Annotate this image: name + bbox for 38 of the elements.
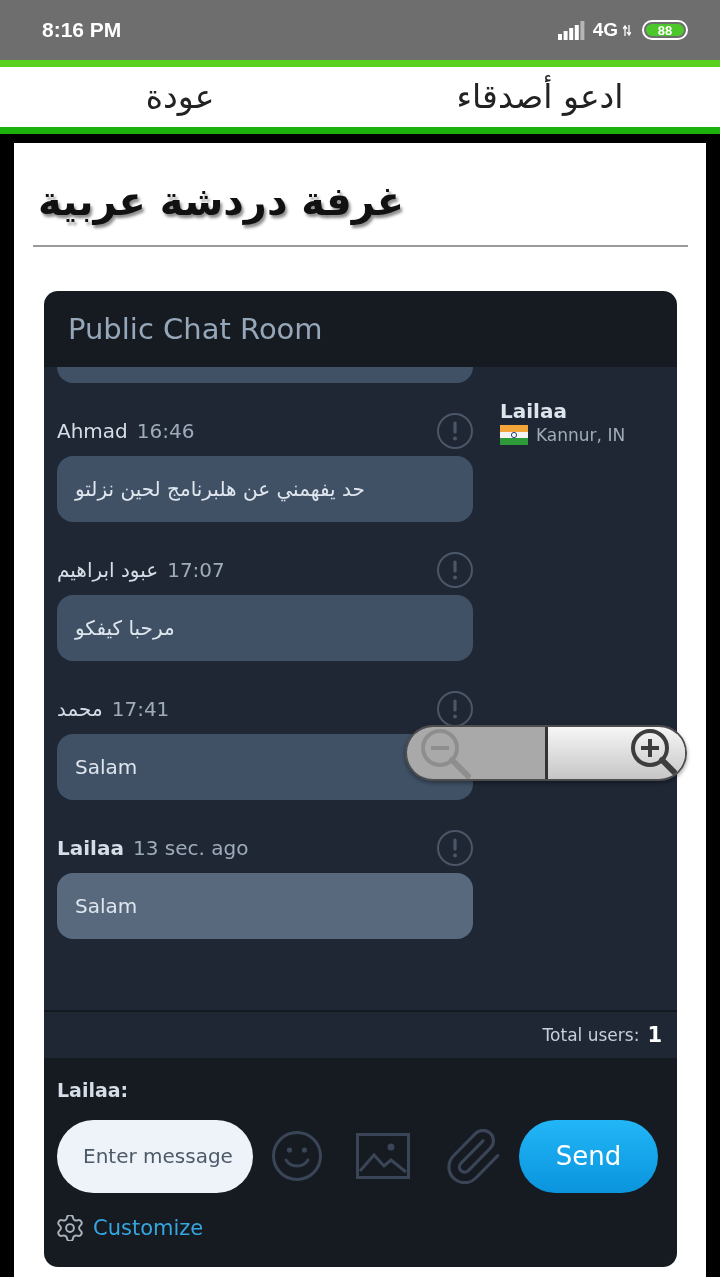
zoom-out-icon bbox=[419, 727, 471, 779]
page-title: غرفة دردشة عربية bbox=[38, 177, 404, 227]
alert-icon[interactable] bbox=[437, 830, 473, 866]
alert-icon[interactable] bbox=[437, 691, 473, 727]
message-time: 16:46 bbox=[136, 419, 195, 443]
network-type: 4G bbox=[592, 19, 618, 41]
zoom-in-button[interactable] bbox=[544, 727, 685, 779]
chat-title: Public Chat Room bbox=[68, 312, 323, 346]
message-input[interactable]: Enter message bbox=[57, 1119, 253, 1193]
message-time: 13 sec. ago bbox=[132, 836, 249, 860]
message-bubble: Salam bbox=[57, 873, 473, 939]
signal-icon bbox=[557, 20, 585, 40]
total-users-count: 1 bbox=[647, 1023, 662, 1047]
flag-icon bbox=[500, 425, 528, 445]
message-bubble: مرحبا كيفكو bbox=[57, 595, 473, 661]
total-users-label: Total users: bbox=[542, 1025, 640, 1045]
message-time: 17:07 bbox=[167, 558, 225, 582]
alert-icon[interactable] bbox=[437, 413, 473, 449]
paperclip-icon[interactable] bbox=[445, 1128, 500, 1184]
composer-user-label: Lailaa: bbox=[57, 1078, 129, 1102]
message-author: Ahmad bbox=[57, 419, 128, 443]
status-time: 8:16 PM bbox=[42, 18, 122, 42]
message-bubble: حد يفهمني عن هلبرنامج لحين نزلتو bbox=[57, 456, 473, 522]
user-name[interactable]: Lailaa bbox=[500, 397, 626, 425]
message-author: عبود ابراهيم bbox=[57, 558, 159, 582]
battery-indicator: 88 bbox=[642, 20, 688, 40]
arrows-icon bbox=[623, 24, 631, 36]
nav-link[interactable]: عودة bbox=[145, 75, 215, 119]
settings-icon[interactable] bbox=[57, 1215, 83, 1241]
message-author: محمد bbox=[57, 697, 103, 721]
alert-icon[interactable] bbox=[437, 552, 473, 588]
user-location: Kannur, IN bbox=[536, 425, 626, 445]
nav-link[interactable]: ادعو أصدقاء bbox=[456, 75, 624, 119]
message-author: Lailaa bbox=[57, 836, 124, 860]
smiley-icon[interactable] bbox=[272, 1131, 322, 1181]
image-icon[interactable] bbox=[356, 1133, 410, 1179]
message-time: 17:41 bbox=[111, 697, 170, 721]
customize-link[interactable]: Customize bbox=[93, 1216, 204, 1240]
